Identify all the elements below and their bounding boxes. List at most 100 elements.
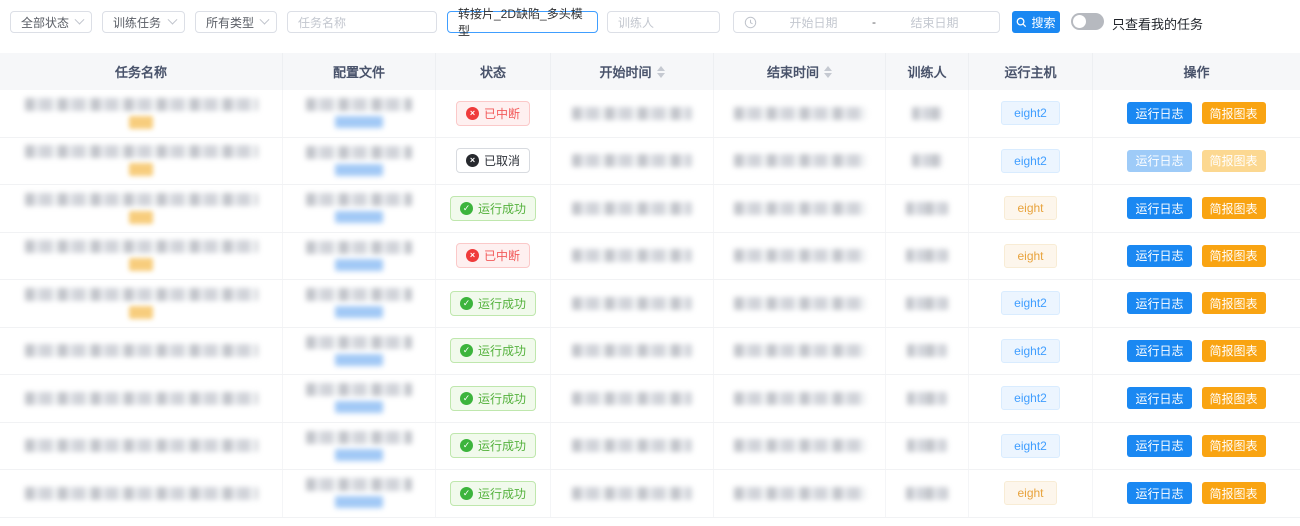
config-file-redacted	[306, 98, 412, 111]
task-name-cell[interactable]	[0, 185, 283, 232]
run-log-button[interactable]: 运行日志	[1127, 387, 1191, 409]
table-row: ✓ 运行成功 eight 运行日志 简报图表	[0, 185, 1300, 233]
search-button[interactable]: 搜索	[1012, 11, 1060, 33]
trainer-redacted	[906, 249, 948, 262]
end-time-cell	[714, 233, 886, 280]
report-chart-button[interactable]: 简报图表	[1202, 102, 1266, 124]
config-link-redacted[interactable]	[335, 354, 383, 366]
run-log-button[interactable]: 运行日志	[1127, 292, 1191, 314]
host-cell: eight	[969, 470, 1093, 517]
status-badge: ✓ 运行成功	[450, 338, 536, 363]
end-time-cell	[714, 375, 886, 422]
column-header-actions: 操作	[1093, 53, 1300, 90]
trainer-redacted	[906, 202, 948, 215]
task-name-cell[interactable]	[0, 138, 283, 185]
trainer-cell	[886, 280, 969, 327]
host-tag: eight2	[1001, 339, 1060, 363]
actions-cell: 运行日志 简报图表	[1093, 423, 1300, 470]
column-header-end-time[interactable]: 结束时间	[714, 53, 886, 90]
status-label: 运行成功	[478, 200, 526, 217]
report-chart-button[interactable]: 简报图表	[1202, 150, 1266, 172]
my-tasks-toggle[interactable]	[1071, 13, 1104, 30]
config-link-redacted[interactable]	[335, 401, 383, 413]
config-link-redacted[interactable]	[335, 496, 383, 508]
start-time-redacted	[572, 439, 692, 452]
config-link-redacted[interactable]	[335, 211, 383, 223]
host-cell: eight2	[969, 90, 1093, 137]
search-button-label: 搜索	[1031, 14, 1055, 31]
host-tag: eight2	[1001, 101, 1060, 125]
host-cell: eight2	[969, 423, 1093, 470]
sort-icon[interactable]	[824, 66, 832, 78]
status-filter-select[interactable]: 全部状态	[10, 11, 92, 33]
report-chart-button[interactable]: 简报图表	[1202, 340, 1266, 362]
report-chart-button[interactable]: 简报图表	[1202, 435, 1266, 457]
run-log-button[interactable]: 运行日志	[1127, 482, 1191, 504]
report-chart-button[interactable]: 简报图表	[1202, 482, 1266, 504]
task-name-cell[interactable]	[0, 328, 283, 375]
partial-next-row	[0, 518, 1300, 526]
task-name-cell[interactable]	[0, 233, 283, 280]
config-link-redacted[interactable]	[335, 164, 383, 176]
run-log-button[interactable]: 运行日志	[1127, 102, 1191, 124]
host-tag: eight	[1004, 481, 1056, 505]
date-separator: -	[868, 15, 880, 29]
end-time-cell	[714, 280, 886, 327]
run-log-button[interactable]: 运行日志	[1127, 197, 1191, 219]
status-icon: ×	[466, 249, 479, 262]
task-name-redacted	[25, 344, 258, 357]
clock-icon	[744, 16, 757, 29]
end-time-redacted	[734, 202, 866, 215]
config-file-redacted	[306, 383, 412, 396]
end-time-redacted	[734, 487, 866, 500]
end-time-cell	[714, 90, 886, 137]
config-link-redacted[interactable]	[335, 449, 383, 461]
status-icon: ✓	[460, 392, 473, 405]
task-name-redacted	[25, 487, 258, 500]
report-chart-button[interactable]: 简报图表	[1202, 387, 1266, 409]
table-row: ✓ 运行成功 eight2 运行日志 简报图表	[0, 423, 1300, 471]
task-name-cell[interactable]	[0, 375, 283, 422]
start-date-placeholder: 开始日期	[759, 14, 868, 31]
task-name-cell[interactable]	[0, 423, 283, 470]
column-header-start-time[interactable]: 开始时间	[551, 53, 714, 90]
report-chart-button[interactable]: 简报图表	[1202, 245, 1266, 267]
task-name-redacted	[25, 392, 258, 405]
task-name-cell[interactable]	[0, 470, 283, 517]
task-type-select[interactable]: 训练任务	[102, 11, 185, 33]
start-time-cell	[551, 138, 714, 185]
column-header-task-name: 任务名称	[0, 53, 283, 90]
status-cell: ✓ 运行成功	[436, 375, 551, 422]
column-header-config-file: 配置文件	[283, 53, 436, 90]
trainer-input[interactable]: 训练人	[607, 11, 720, 33]
start-time-redacted	[572, 392, 692, 405]
host-tag: eight	[1004, 244, 1056, 268]
config-link-redacted[interactable]	[335, 306, 383, 318]
task-name-cell[interactable]	[0, 280, 283, 327]
table-row: ✓ 运行成功 eight2 运行日志 简报图表	[0, 280, 1300, 328]
date-range-picker[interactable]: 开始日期 - 结束日期	[733, 11, 1000, 33]
status-label: 运行成功	[478, 342, 526, 359]
report-chart-button[interactable]: 简报图表	[1202, 292, 1266, 314]
task-tag-redacted	[129, 163, 153, 176]
category-select[interactable]: 所有类型	[195, 11, 277, 33]
actions-cell: 运行日志 简报图表	[1093, 280, 1300, 327]
run-log-button[interactable]: 运行日志	[1127, 435, 1191, 457]
config-link-redacted[interactable]	[335, 116, 383, 128]
task-name-cell[interactable]	[0, 90, 283, 137]
report-chart-button[interactable]: 简报图表	[1202, 197, 1266, 219]
table-row: × 已取消 eight2 运行日志 简报图表	[0, 138, 1300, 186]
host-tag: eight2	[1001, 434, 1060, 458]
task-name-input[interactable]: 任务名称	[287, 11, 437, 33]
search-keyword-input[interactable]: 转接片_2D缺陷_多头模型	[447, 11, 598, 33]
actions-cell: 运行日志 简报图表	[1093, 90, 1300, 137]
sort-icon[interactable]	[657, 66, 665, 78]
status-icon: ✓	[460, 487, 473, 500]
run-log-button[interactable]: 运行日志	[1127, 245, 1191, 267]
start-time-cell	[551, 280, 714, 327]
run-log-button[interactable]: 运行日志	[1127, 150, 1191, 172]
host-cell: eight2	[969, 375, 1093, 422]
run-log-button[interactable]: 运行日志	[1127, 340, 1191, 362]
config-link-redacted[interactable]	[335, 259, 383, 271]
start-time-redacted	[572, 344, 692, 357]
